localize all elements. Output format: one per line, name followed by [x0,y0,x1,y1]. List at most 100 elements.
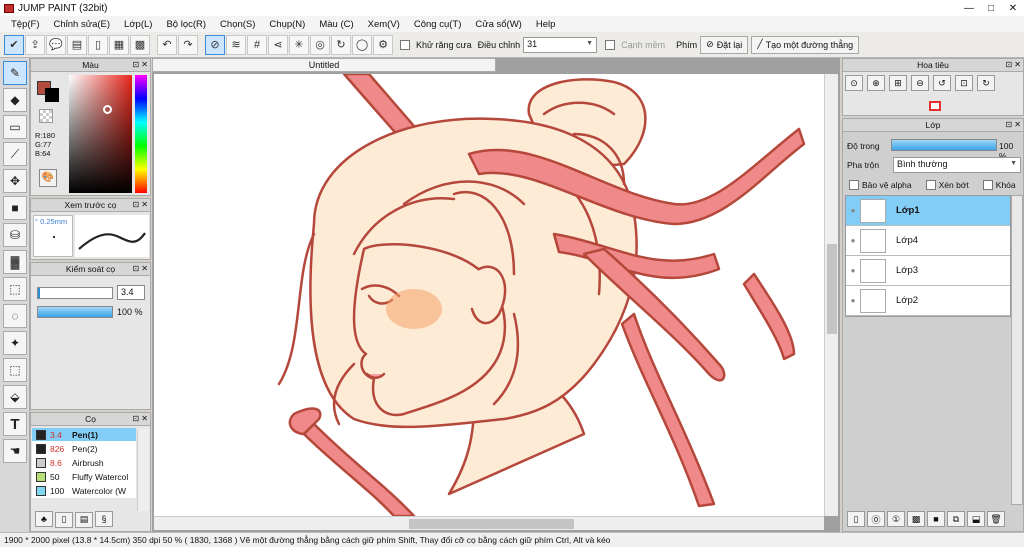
brush-item[interactable]: 8.6 Airbrush [32,456,136,470]
merge-layer-icon[interactable]: ⬓ [967,511,985,527]
scroll-thumb[interactable] [827,244,837,334]
new-page-icon[interactable]: ▯ [55,511,73,528]
gear-snap-icon[interactable]: ⚙ [373,34,393,55]
size-slider[interactable] [37,287,113,299]
hue-slider[interactable] [135,75,147,193]
drawing-canvas[interactable] [154,74,824,516]
grid-snap-icon[interactable]: # [247,34,267,55]
menu-color[interactable]: Màu (C) [312,19,360,30]
grid-pages-icon[interactable]: ▩ [130,34,150,55]
canvas-vertical-scrollbar[interactable] [824,74,838,516]
layer-scrollbar[interactable] [1011,195,1023,505]
undo-icon[interactable]: ↶ [157,34,177,55]
layer-row[interactable]: ● Lớp2 [846,286,1010,316]
transparent-swatch[interactable] [39,109,53,123]
brush-item[interactable]: 50 Fluffy Watercol [32,470,136,484]
message-icon[interactable]: ▤ [67,34,87,55]
brush-item[interactable]: 826 Pen(2) [32,442,136,456]
visibility-icon[interactable]: ● [846,226,860,255]
zoom-fit-icon[interactable]: ⊙ [845,75,863,91]
panel-close-icon[interactable]: ⊡ ✕ [132,199,148,211]
layer-row[interactable]: ● Lớp1 [846,196,1010,226]
menu-window[interactable]: Cửa sổ(W) [468,19,528,30]
visibility-icon[interactable]: ● [846,196,860,225]
menu-help[interactable]: Help [529,19,563,30]
zoom-out-icon[interactable]: ⊖ [911,75,929,91]
layer-row[interactable]: ● Lớp3 [846,256,1010,286]
line-button[interactable]: ╱ Tạo một đường thẳng [751,35,860,54]
rectangle-tool-icon[interactable]: ▭ [3,115,27,139]
picker-handle[interactable] [103,105,112,114]
reset-button[interactable]: ⊘ Đặt lại [700,35,749,54]
panel-close-icon[interactable]: ⊡ ✕ [1005,119,1021,131]
brush-item[interactable]: 3.4 Pen(1) [32,428,136,442]
duplicate-layer-icon[interactable]: ⧉ [947,511,965,527]
select-pen-icon[interactable]: ⬚ [3,358,27,382]
document-tab[interactable]: Untitled [152,58,496,72]
adjust-select[interactable]: 31 ▼ [523,36,598,53]
palette-icon[interactable]: 🎨 [39,169,57,187]
folder-icon[interactable]: ■ [927,511,945,527]
gradient-tool-icon[interactable]: ▓ [3,250,27,274]
magic-wand-icon[interactable]: ✦ [3,331,27,355]
menu-select[interactable]: Chọn(S) [213,19,262,30]
text-tool-icon[interactable]: T [3,412,27,436]
move-tool-icon[interactable]: ✥ [3,169,27,193]
concentric-snap-icon[interactable]: ◎ [310,34,330,55]
close-icon[interactable]: ✕ [1002,0,1024,16]
new-layer-icon[interactable]: ▯ [847,511,865,527]
menu-edit[interactable]: Chỉnh sửa(E) [47,19,118,30]
brush-item[interactable]: 100 Watercolor (W [32,484,136,498]
menu-view[interactable]: Xem(V) [361,19,407,30]
perspective-snap-icon[interactable]: ⋖ [268,34,288,55]
clipping-checkbox[interactable] [925,180,936,190]
panel-close-icon[interactable]: ⊡ ✕ [132,59,148,71]
redo-icon[interactable]: ↷ [178,34,198,55]
maximize-icon[interactable]: □ [980,0,1002,16]
size-value[interactable]: 3.4 [117,285,145,300]
check-icon[interactable]: ✔ [4,34,24,55]
new-8bit-layer-icon[interactable]: ① [887,511,905,527]
background-swatch[interactable] [45,88,59,102]
zoom-actual-icon[interactable]: ⊞ [889,75,907,91]
menu-tools[interactable]: Công cụ(T) [407,19,469,30]
curve-snap-icon[interactable]: ↻ [331,34,351,55]
antialias-checkbox[interactable] [400,39,410,50]
menu-layer[interactable]: Lớp(L) [117,19,159,30]
minimize-icon[interactable]: — [958,0,980,16]
select-eraser-icon[interactable]: ⬙ [3,385,27,409]
lock-checkbox[interactable] [982,180,993,190]
zoom-in-icon[interactable]: ⊕ [867,75,885,91]
eraser-tool-icon[interactable]: ◆ [3,88,27,112]
visibility-icon[interactable]: ● [846,286,860,315]
hand-tool-icon[interactable]: ☚ [3,439,27,463]
panel-close-icon[interactable]: ⊡ ✕ [1005,59,1021,71]
menu-file[interactable]: Tệp(F) [4,19,47,30]
pen-tool-icon[interactable]: ✎ [3,61,27,85]
halftone-layer-icon[interactable]: ▩ [907,511,925,527]
brush-scrollbar[interactable] [137,429,149,511]
canvas-horizontal-scrollbar[interactable] [154,516,824,530]
panel-close-icon[interactable]: ⊡ ✕ [132,263,148,275]
saturation-picker[interactable] [69,75,132,193]
visibility-icon[interactable]: ● [846,256,860,285]
document-icon[interactable]: ▦ [109,34,129,55]
rect-select-tool-icon[interactable]: ⬚ [3,277,27,301]
protect-alpha-checkbox[interactable] [849,180,859,190]
no-snap-icon[interactable]: ⊘ [205,34,225,55]
navigator-viewport[interactable] [929,101,941,111]
rotate-right-icon[interactable]: ↻ [977,75,995,91]
radial-snap-icon[interactable]: ✳ [289,34,309,55]
lasso-tool-icon[interactable]: ◌ [3,304,27,328]
blend-select[interactable]: Bình thường ▼ [893,157,1021,173]
brush-add-icon[interactable]: ♣ [35,511,53,527]
layer-row[interactable]: ● Lớp4 [846,226,1010,256]
edge-checkbox[interactable] [605,39,616,50]
line-tool-icon[interactable]: ⟋ [3,142,27,166]
parallel-snap-icon[interactable]: ≋ [226,34,246,55]
panel-close-icon[interactable]: ⊡ ✕ [132,413,148,425]
brush-settings-icon[interactable]: § [95,511,113,527]
bucket-tool-icon[interactable]: ⛁ [3,223,27,247]
speech-icon[interactable]: 💬 [46,34,66,55]
scroll-thumb[interactable] [409,519,574,529]
